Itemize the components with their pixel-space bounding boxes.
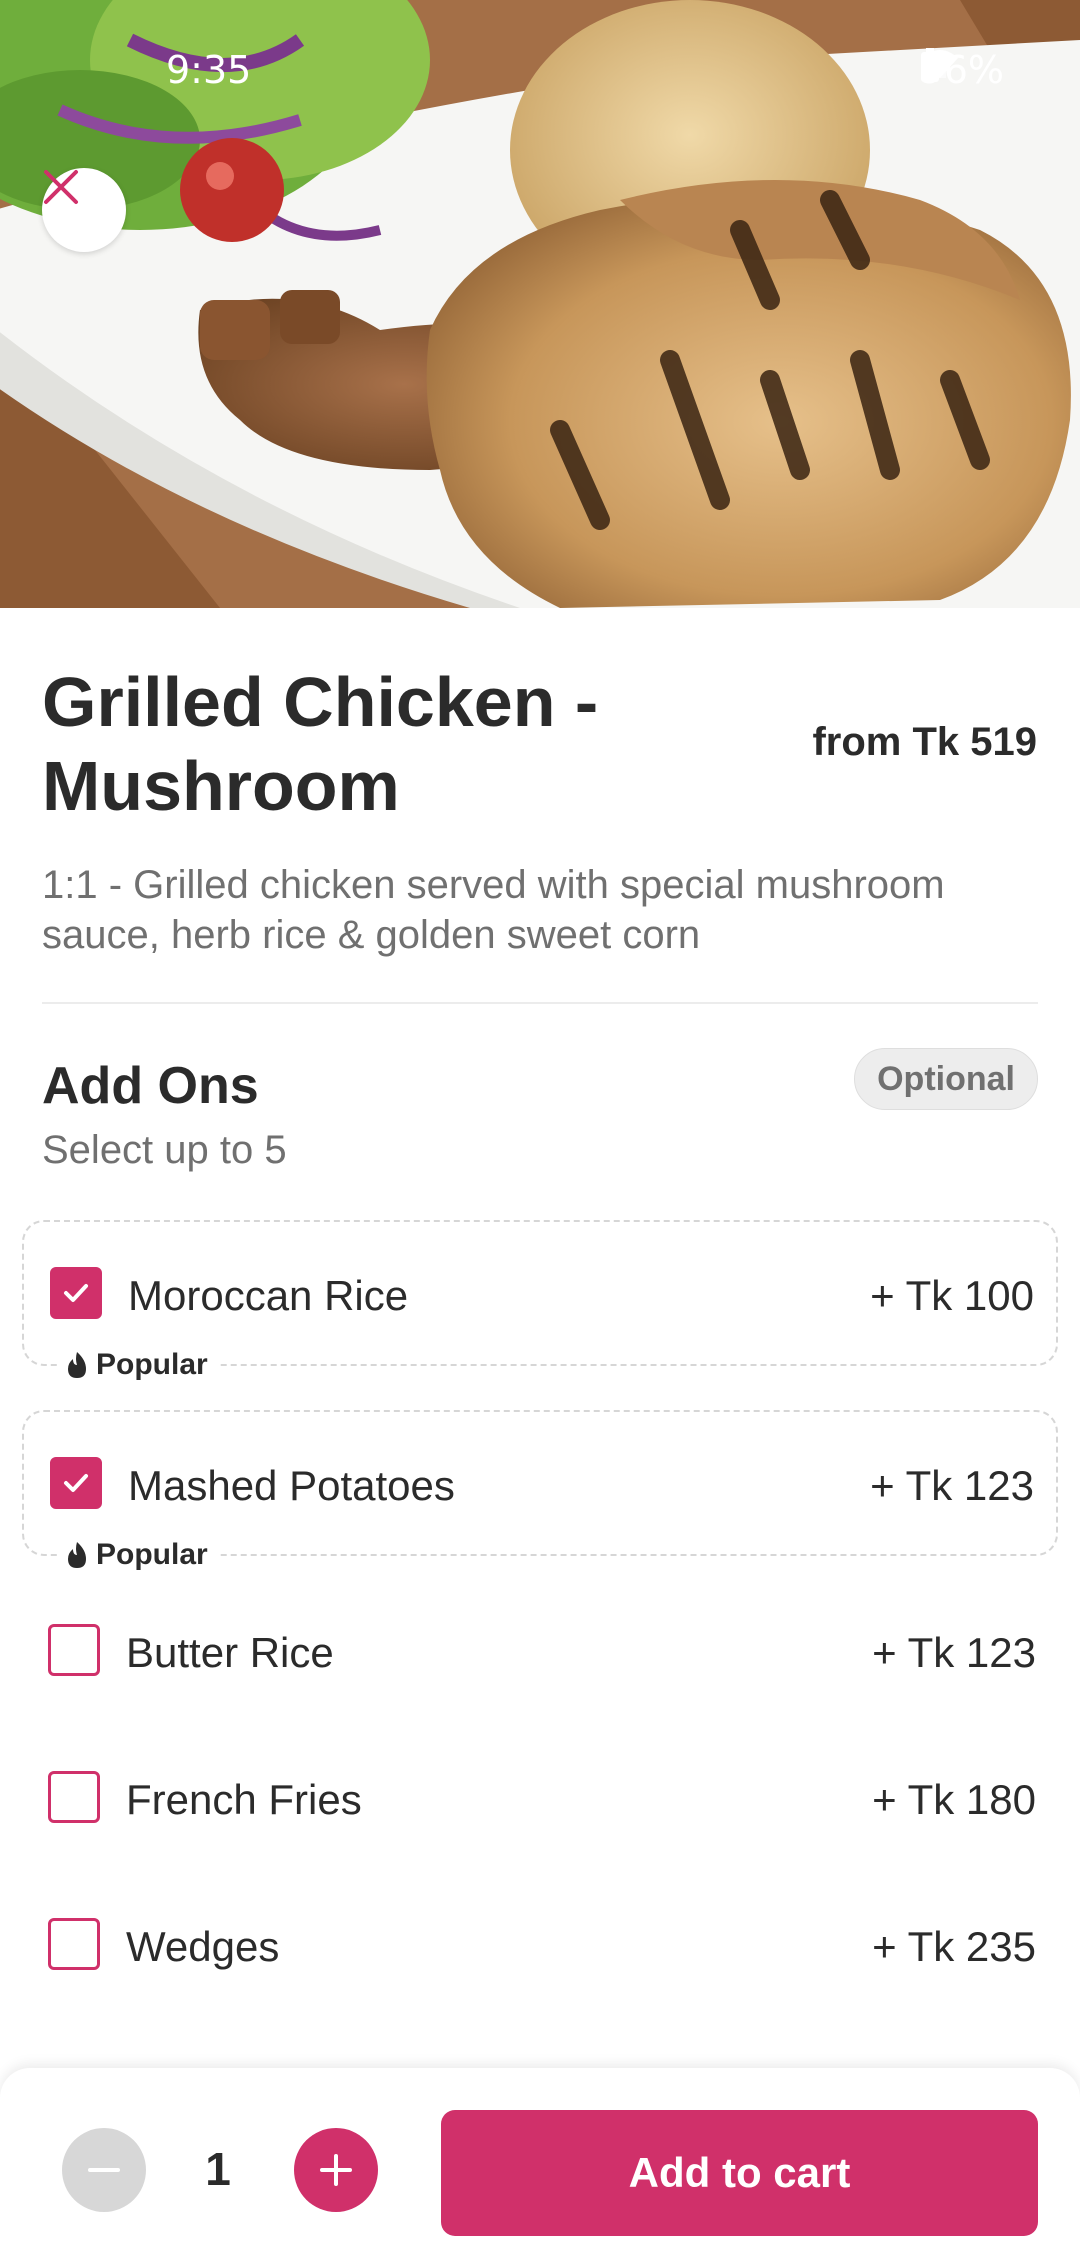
plus-icon <box>320 2154 352 2186</box>
addon-price: + Tk 100 <box>870 1272 1034 1319</box>
product-description: 1:1 - Grilled chicken served with specia… <box>42 863 945 957</box>
product-title: Grilled Chicken - Mushroom <box>42 663 599 825</box>
close-button[interactable] <box>42 168 126 252</box>
minus-icon <box>88 2168 120 2172</box>
addon-checkbox[interactable] <box>50 1457 102 1509</box>
product-hero-image: 9:35 96% <box>0 0 1080 608</box>
addon-price: + Tk 123 <box>870 1462 1034 1509</box>
optional-badge: Optional <box>854 1048 1038 1110</box>
addon-name: Mashed Potatoes <box>128 1462 455 1509</box>
popular-tag: Popular <box>58 1538 220 1572</box>
increase-quantity-button[interactable] <box>294 2128 378 2212</box>
status-bar: 9:35 96% <box>0 0 1080 140</box>
flame-icon <box>68 1352 86 1378</box>
addon-item-butter-rice[interactable]: Butter Rice + Tk 123 <box>22 1595 1058 1705</box>
flame-icon <box>68 1542 86 1568</box>
cart-bar: 1 Add to cart <box>0 2068 1080 2260</box>
addon-item-mashed-potatoes[interactable]: Mashed Potatoes + Tk 123 Popular <box>22 1410 1058 1572</box>
addon-item-wedges[interactable]: Wedges + Tk 235 <box>22 1889 1058 1999</box>
addon-checkbox[interactable] <box>48 1624 100 1676</box>
popular-label: Popular <box>96 1348 208 1381</box>
battery-icon <box>920 48 939 82</box>
decrease-quantity-button[interactable] <box>62 2128 146 2212</box>
addons-subtitle: Select up to 5 <box>42 1128 287 1172</box>
add-to-cart-button[interactable]: Add to cart <box>441 2110 1038 2236</box>
addon-checkbox[interactable] <box>48 1771 100 1823</box>
close-icon <box>44 170 78 204</box>
addon-checkbox[interactable] <box>50 1267 102 1319</box>
addon-name: French Fries <box>126 1776 362 1823</box>
addons-title: Add Ons <box>42 1057 259 1115</box>
popular-tag: Popular <box>58 1348 220 1382</box>
addon-price: + Tk 180 <box>872 1776 1036 1823</box>
product-price: from Tk 519 <box>812 720 1037 764</box>
check-icon <box>64 1474 88 1492</box>
quantity-value: 1 <box>205 2143 231 2195</box>
addon-name: Wedges <box>126 1923 280 1970</box>
addon-item-french-fries[interactable]: French Fries + Tk 180 <box>22 1742 1058 1852</box>
addon-name: Butter Rice <box>126 1629 334 1676</box>
status-time: 9:35 <box>166 48 252 92</box>
addon-price: + Tk 123 <box>872 1629 1036 1676</box>
popular-label: Popular <box>96 1538 208 1571</box>
addon-price: + Tk 235 <box>872 1923 1036 1970</box>
addon-checkbox[interactable] <box>48 1918 100 1970</box>
check-icon <box>64 1284 88 1302</box>
section-divider <box>42 1002 1038 1004</box>
addon-name: Moroccan Rice <box>128 1272 409 1319</box>
addon-item-moroccan-rice[interactable]: Moroccan Rice + Tk 100 Popular <box>22 1220 1058 1382</box>
